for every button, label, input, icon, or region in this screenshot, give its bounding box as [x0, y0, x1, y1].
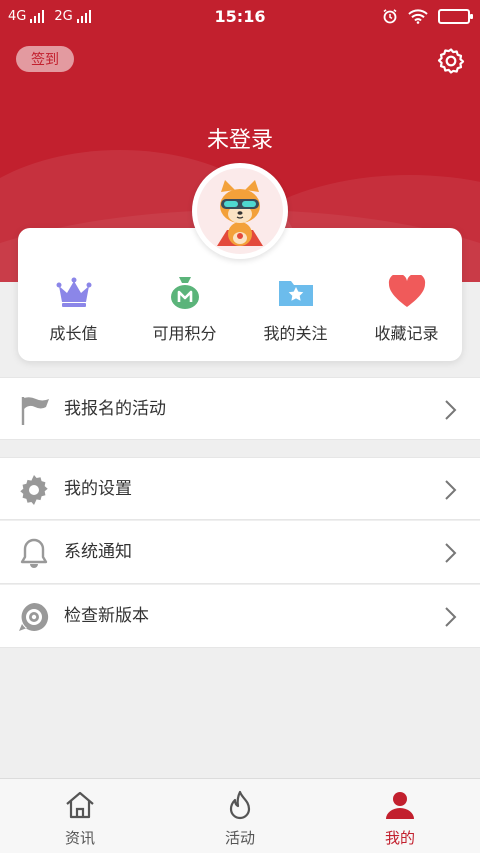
tab-label: 活动 — [224, 829, 255, 847]
stat-label: 收藏记录 — [374, 324, 439, 343]
tab-news[interactable]: 资讯 — [0, 779, 160, 853]
avatar[interactable] — [192, 163, 288, 259]
stat-label: 可用积分 — [152, 324, 217, 343]
star-folder-icon — [278, 281, 313, 306]
menu-item-system-notifications[interactable]: 系统通知 — [0, 521, 480, 584]
stat-points[interactable]: 可用积分 — [129, 274, 240, 344]
stat-following[interactable]: 我的关注 — [240, 274, 351, 344]
stat-label: 成长值 — [49, 324, 98, 343]
stat-favorites[interactable]: 收藏记录 — [351, 274, 462, 344]
page-title: 未登录 — [206, 128, 273, 153]
menu-item-my-activities[interactable]: 我报名的活动 — [0, 377, 480, 440]
settings-gear-icon[interactable] — [436, 46, 466, 76]
menu-item-label: 系统通知 — [64, 542, 132, 562]
chevron-right-icon — [445, 400, 457, 420]
menu-item-label: 我的设置 — [64, 479, 132, 499]
home-icon — [66, 791, 94, 819]
flag-icon — [21, 397, 49, 425]
menu-item-check-update[interactable]: 检查新版本 — [0, 585, 480, 648]
tab-label: 我的 — [384, 829, 415, 847]
crown-icon — [56, 277, 91, 307]
tab-mine[interactable]: 我的 — [320, 779, 480, 853]
chevron-right-icon — [445, 607, 457, 627]
stat-growth-value[interactable]: 成长值 — [18, 274, 129, 344]
sign-in-button[interactable]: 签到 — [16, 46, 74, 72]
money-bag-icon — [170, 277, 199, 309]
alarm-icon — [383, 9, 397, 24]
target-icon — [19, 602, 49, 631]
chevron-right-icon — [445, 480, 457, 500]
chevron-right-icon — [445, 543, 457, 563]
flame-icon — [229, 790, 251, 820]
bell-icon — [20, 538, 48, 568]
status-bar: 4G 2G 15:16 — [0, 0, 480, 34]
gear-icon — [20, 475, 48, 505]
stat-label: 我的关注 — [263, 324, 328, 343]
tab-activities[interactable]: 活动 — [160, 779, 320, 853]
tab-label: 资讯 — [64, 829, 95, 847]
menu-item-label: 检查新版本 — [64, 606, 149, 626]
person-icon — [386, 792, 414, 819]
heart-icon — [388, 275, 425, 307]
bottom-tab-bar: 资讯 活动 我的 — [0, 778, 480, 853]
battery-icon — [438, 8, 473, 24]
shiba-mascot-icon — [217, 180, 263, 246]
menu-item-label: 我报名的活动 — [64, 399, 166, 419]
menu-item-my-settings[interactable]: 我的设置 — [0, 457, 480, 520]
wifi-icon — [408, 8, 428, 24]
